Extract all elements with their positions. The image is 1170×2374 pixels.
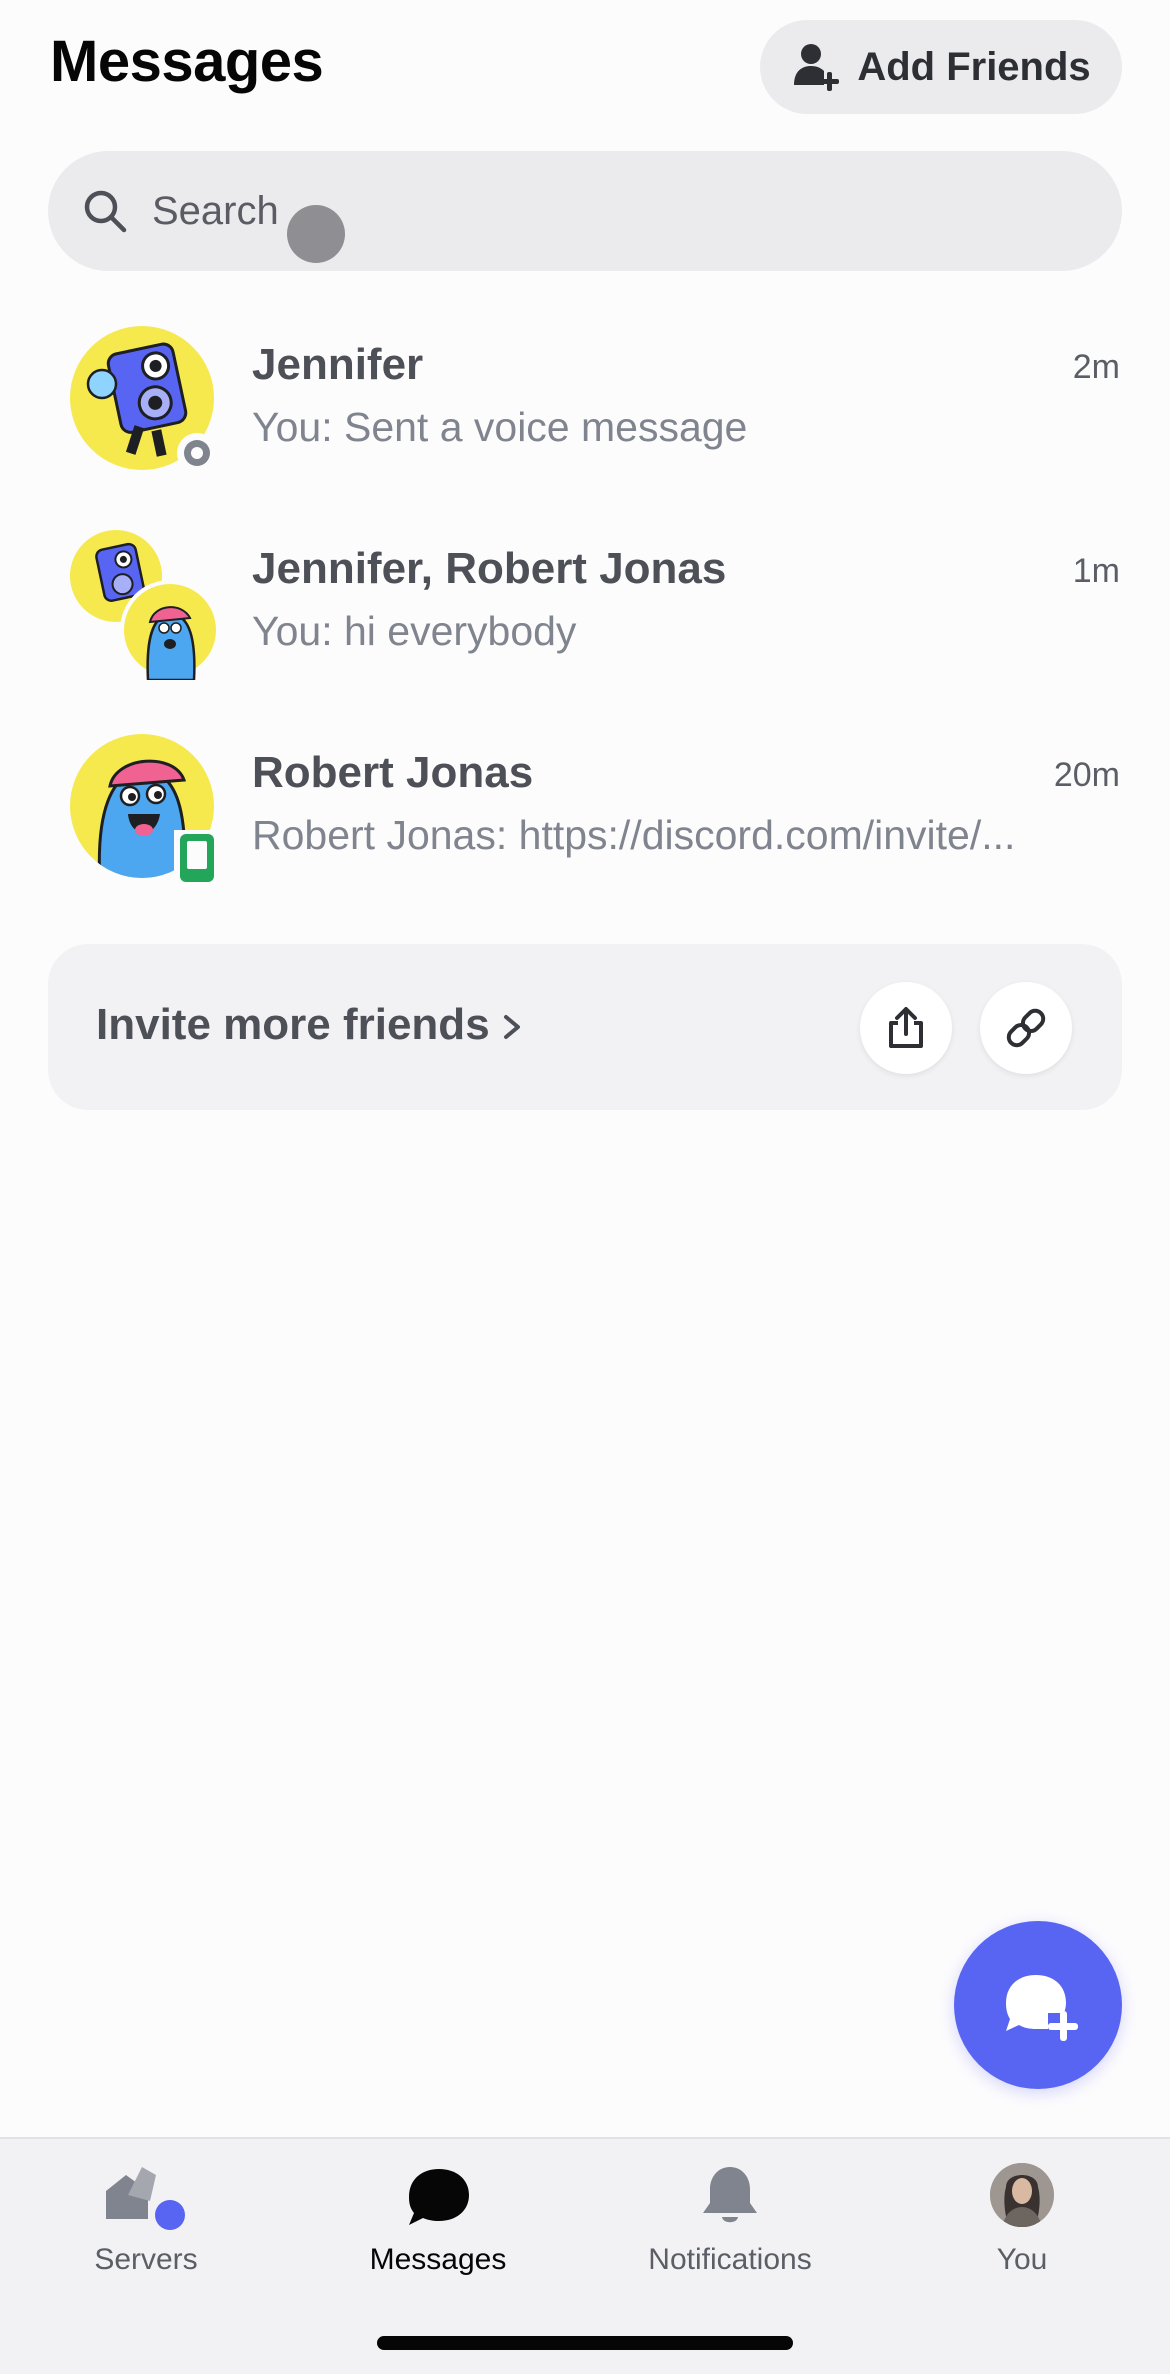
invite-more-friends-link[interactable]: Invite more friends bbox=[96, 1000, 490, 1050]
new-message-icon bbox=[1006, 1975, 1078, 2041]
blue-creature-avatar bbox=[70, 734, 220, 884]
tab-label: You bbox=[996, 2243, 1048, 2276]
tab-label: Notifications bbox=[648, 2243, 812, 2276]
messages-icon bbox=[409, 2169, 469, 2225]
copy-link-button[interactable] bbox=[980, 982, 1072, 1074]
touch-indicator bbox=[287, 205, 345, 263]
profile-avatar bbox=[990, 2163, 1054, 2227]
search-icon bbox=[84, 190, 127, 233]
share-icon bbox=[889, 1007, 923, 1048]
add-friend-icon bbox=[794, 44, 840, 91]
dm-name: Robert Jonas bbox=[252, 748, 534, 797]
tab-label: Messages bbox=[369, 2243, 507, 2276]
tab-label: Servers bbox=[94, 2243, 198, 2276]
dm-row-group[interactable]: Jennifer, Robert Jonas 1m You: hi everyb… bbox=[0, 520, 1170, 724]
search-placeholder: Search bbox=[152, 188, 279, 233]
dm-row-jennifer[interactable]: Jennifer 2m You: Sent a voice message bbox=[0, 316, 1170, 520]
new-message-button[interactable] bbox=[954, 1921, 1122, 2089]
tab-you[interactable]: You bbox=[876, 2139, 1168, 2289]
page-title: Messages bbox=[50, 29, 324, 94]
home-indicator bbox=[377, 2336, 793, 2350]
dm-time: 1m bbox=[1072, 552, 1120, 590]
unread-dot-icon bbox=[155, 2200, 185, 2230]
tab-notifications[interactable]: Notifications bbox=[584, 2139, 876, 2289]
dm-name: Jennifer bbox=[252, 340, 424, 389]
dm-time: 20m bbox=[1053, 756, 1120, 794]
dm-preview: Robert Jonas: https://discord.com/invite… bbox=[252, 812, 1016, 858]
dm-preview: You: hi everybody bbox=[252, 608, 577, 654]
dm-list: Jennifer 2m You: Sent a voice message Je… bbox=[0, 316, 1170, 928]
speaker-character-avatar bbox=[70, 326, 217, 473]
tab-messages[interactable]: Messages bbox=[292, 2139, 584, 2289]
tab-servers[interactable]: Servers bbox=[0, 2139, 292, 2289]
dm-time: 2m bbox=[1072, 348, 1120, 386]
invite-card: Invite more friends bbox=[48, 944, 1122, 1110]
group-avatar bbox=[70, 530, 220, 680]
dm-name: Jennifer, Robert Jonas bbox=[252, 544, 727, 593]
bell-icon bbox=[703, 2167, 757, 2223]
chevron-right-icon bbox=[504, 1015, 520, 1039]
add-friends-button[interactable]: Add Friends bbox=[760, 20, 1122, 114]
servers-icon bbox=[106, 2167, 188, 2233]
search-input[interactable]: Search bbox=[48, 151, 1122, 271]
add-friends-label: Add Friends bbox=[857, 44, 1091, 89]
header: Messages Add Friends bbox=[0, 0, 1170, 140]
share-button[interactable] bbox=[860, 982, 952, 1074]
dm-preview: You: Sent a voice message bbox=[252, 404, 748, 450]
link-icon bbox=[1006, 1008, 1046, 1048]
dm-row-robert-jonas[interactable]: Robert Jonas 20m Robert Jonas: https://d… bbox=[0, 724, 1170, 928]
